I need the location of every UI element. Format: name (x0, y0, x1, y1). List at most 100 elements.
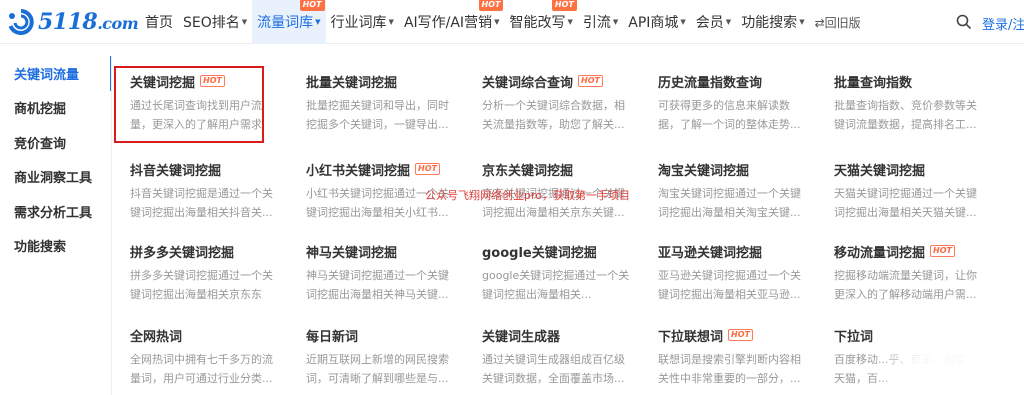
search-icon[interactable] (956, 14, 972, 30)
nav-item-1[interactable]: SEO排名 ▼ (178, 0, 252, 44)
nav-item-label: 智能改写 (509, 15, 566, 31)
tool-card-title: 下拉词 (834, 329, 874, 345)
tool-card[interactable]: 全网热词 全网热词中拥有七千多万的流量词，用户可通过行业分类... (114, 314, 290, 395)
nav-item-label: 首页 (145, 15, 173, 31)
nav-item-label: API商城 (628, 15, 679, 31)
tool-card[interactable]: 历史流量指数查询可获得更多的信息来解读数据，了解一个词的整体走势... (642, 60, 818, 146)
tool-card-title-row: 下拉联想词 HOT (658, 326, 818, 345)
nav-item-4[interactable]: AI写作/AI营销 ▼ HOT (399, 0, 505, 44)
tool-card-title-row: 淘宝关键词挖掘 (658, 160, 818, 179)
tool-card-title: 历史流量指数查询 (658, 75, 763, 91)
nav-item-9[interactable]: 功能搜索 ▼ (736, 0, 809, 44)
tool-card-title: 移动流量词挖掘 (834, 245, 926, 261)
top-navigation-bar: 5118.com 首页 SEO排名 ▼ 流量词库 ▼ HOT 行业词库 ▼ AI写作/AI营销 ▼… (0, 0, 1024, 44)
tool-card-title: 小红书关键词挖掘 (306, 163, 411, 179)
nav-item-0[interactable]: 首页 (140, 0, 178, 44)
caret-down-icon: ▼ (799, 18, 805, 26)
tool-card-description: 可获得更多的信息来解读数据，了解一个词的整体走势... (658, 99, 801, 131)
caret-down-icon: ▼ (388, 18, 394, 26)
sidebar-item-0[interactable]: 关键词流量 (0, 56, 112, 91)
tool-card-title: google关键词挖掘 (482, 245, 597, 261)
tool-card-title-row: 历史流量指数查询 (658, 72, 818, 91)
tool-card-description: 拼多多关键词挖掘通过一个关键词挖掘出海量相关京东东关... (130, 269, 273, 301)
hot-badge: HOT (930, 245, 955, 257)
tool-card-title-row: 抖音关键词挖掘 (130, 160, 290, 179)
nav-item-label: 引流 (582, 15, 611, 31)
nav-item-7[interactable]: API商城 ▼ (623, 0, 691, 44)
tool-card-title-row: 京东关键词挖掘 (482, 160, 642, 179)
tool-card[interactable]: 批量查询指数 批量查询指数、竞价参数等关键词流量数据，提高排名工... (818, 60, 994, 146)
tool-card[interactable]: 关键词生成器 通过关键词生成器组成百亿级关键词数据，全面覆盖市场... (466, 314, 642, 395)
tool-card-title: 抖音关键词挖掘 (130, 163, 222, 179)
logo-mark-icon (6, 9, 36, 35)
tool-card-title-row: 拼多多关键词挖掘 (130, 242, 290, 261)
nav-item-label: 会员 (695, 15, 724, 31)
category-sidebar: 关键词流量 商机挖掘 竞价查询 商业洞察工具 需求分析工具 功能搜索 (0, 56, 112, 263)
tool-card[interactable]: 神马关键词挖掘 神马关键词挖掘通过一个关键词挖掘出海量相关神马关键... (290, 230, 466, 316)
tool-card-title: 下拉联想词 (658, 329, 724, 345)
sidebar-item-3[interactable]: 商业洞察工具 (0, 160, 112, 195)
highlight-annotation-box (114, 66, 264, 143)
tool-card-title: 批量关键词挖掘 (306, 75, 398, 91)
tool-card[interactable]: 关键词综合查询 HOT 分析一个关键词综合数据，相关流量指数等，助您了解关... (466, 60, 642, 146)
tool-card[interactable]: 淘宝关键词挖掘淘宝关键词挖掘通过一个关键词挖掘出海量相关淘宝关键... (642, 148, 818, 234)
tool-card-title-row: google关键词挖掘 (482, 242, 642, 261)
tool-card[interactable]: 每日新词 近期互联网上新增的网民搜索词，可清晰了解到哪些是与... (290, 314, 466, 395)
tool-card[interactable]: 批量关键词挖掘 批量挖掘关键词和导出，同时挖掘多个关键词，一键导出... (290, 60, 466, 146)
main-nav: 首页 SEO排名 ▼ 流量词库 ▼ HOT 行业词库 ▼ AI写作/AI营销 ▼ HOT 智能改写 ▼ H… (140, 0, 866, 44)
tool-card-description: 通过关键词生成器组成百亿级关键词数据，全面覆盖市场... (482, 353, 625, 385)
tool-card-description: 近期互联网上新增的网民搜索词，可清晰了解到哪些是与... (306, 353, 449, 385)
nav-item-label: SEO排名 (183, 15, 240, 31)
sidebar-item-5[interactable]: 功能搜索 (0, 229, 112, 264)
nav-item-8[interactable]: 会员 ▼ (691, 0, 736, 44)
watermark-text: 公众号飞翔网络创业pro，获取第一手项目 (425, 189, 630, 202)
site-logo[interactable]: 5118.com (6, 8, 139, 36)
tool-card-description: google关键词挖掘通过一个关键词挖掘出海量相关... (482, 269, 630, 301)
login-register-link[interactable]: 登录/注册 (982, 14, 1024, 33)
tool-card[interactable]: 天猫关键词挖掘 天猫关键词挖掘通过一个关键词挖掘出海量相关天猫关键... (818, 148, 994, 234)
tool-card[interactable]: google关键词挖掘 google关键词挖掘通过一个关键词挖掘出海量相关... (466, 230, 642, 316)
tool-card-title: 关键词综合查询 (482, 75, 574, 91)
tool-card-title: 亚马逊关键词挖掘 (658, 245, 763, 261)
nav-item-6[interactable]: 引流 ▼ (578, 0, 623, 44)
nav-item-label: AI写作/AI营销 (403, 15, 493, 31)
sidebar-item-2[interactable]: 竞价查询 (0, 125, 112, 160)
nav-item-3[interactable]: 行业词库 ▼ (326, 0, 399, 44)
logo-text: 5118.com (38, 9, 139, 35)
tool-card[interactable]: 抖音关键词挖掘抖音关键词挖掘是通过一个关键词挖掘出海量相关抖音关... (114, 148, 290, 234)
tool-card-title: 神马关键词挖掘 (306, 245, 398, 261)
sidebar-item-4[interactable]: 需求分析工具 (0, 194, 112, 229)
tool-card-description: 联想词是搜索引擎判断内容相关性中非常重要的一部分，... (658, 353, 801, 385)
caret-down-icon: ▼ (725, 18, 732, 26)
caret-down-icon: ▼ (241, 18, 248, 26)
nav-item-label: 功能搜索 (741, 15, 798, 31)
tool-card-title-row: 关键词综合查询 HOT (482, 72, 642, 91)
caret-down-icon: ▼ (315, 18, 321, 26)
tool-card-description: 抖音关键词挖掘是通过一个关键词挖掘出海量相关抖音关... (130, 187, 273, 219)
tool-card-title-row: 亚马逊关键词挖掘 (658, 242, 818, 261)
tool-card-title-row: 移动流量词挖掘 HOT (834, 242, 994, 261)
tool-card-title-row: 全网热词 (130, 326, 290, 345)
nav-item-5[interactable]: 智能改写 ▼ HOT (504, 0, 577, 44)
tool-card-title: 京东关键词挖掘 (482, 163, 574, 179)
nav-item-label: 流量词库 (257, 15, 314, 31)
tool-card-title-row: 批量关键词挖掘 (306, 72, 466, 91)
sidebar-divider (111, 56, 112, 395)
hot-badge: HOT (578, 75, 603, 87)
hot-badge: HOT (478, 0, 504, 11)
tool-card-description: 淘宝关键词挖掘通过一个关键词挖掘出海量相关淘宝关键... (658, 187, 801, 219)
tool-card-title: 批量查询指数 (834, 75, 913, 91)
hot-badge: HOT (728, 329, 753, 341)
switch-old-version-link[interactable]: ⇄回旧版 (810, 0, 866, 44)
tool-card[interactable]: 下拉联想词 HOT 联想词是搜索引擎判断内容相关性中非常重要的一部分，... (642, 314, 818, 395)
caret-down-icon: ▼ (612, 18, 619, 26)
tool-card[interactable]: 亚马逊关键词挖掘 亚马逊关键词挖掘通过一个关键词挖掘出海量相关亚马逊... (642, 230, 818, 316)
nav-item-2[interactable]: 流量词库 ▼ HOT (252, 0, 326, 44)
tool-card-title-row: 天猫关键词挖掘 (834, 160, 994, 179)
tool-card-title: 淘宝关键词挖掘 (658, 163, 750, 179)
hot-badge: HOT (415, 163, 440, 175)
tool-card[interactable]: 移动流量词挖掘 HOT 挖掘移动端流量关键词，让你更深入的了解移动端用户需... (818, 230, 994, 316)
caret-down-icon: ▼ (680, 18, 686, 26)
sidebar-item-1[interactable]: 商机挖掘 (0, 91, 112, 126)
tool-card[interactable]: 拼多多关键词挖掘拼多多关键词挖掘通过一个关键词挖掘出海量相关京东东关... (114, 230, 290, 316)
